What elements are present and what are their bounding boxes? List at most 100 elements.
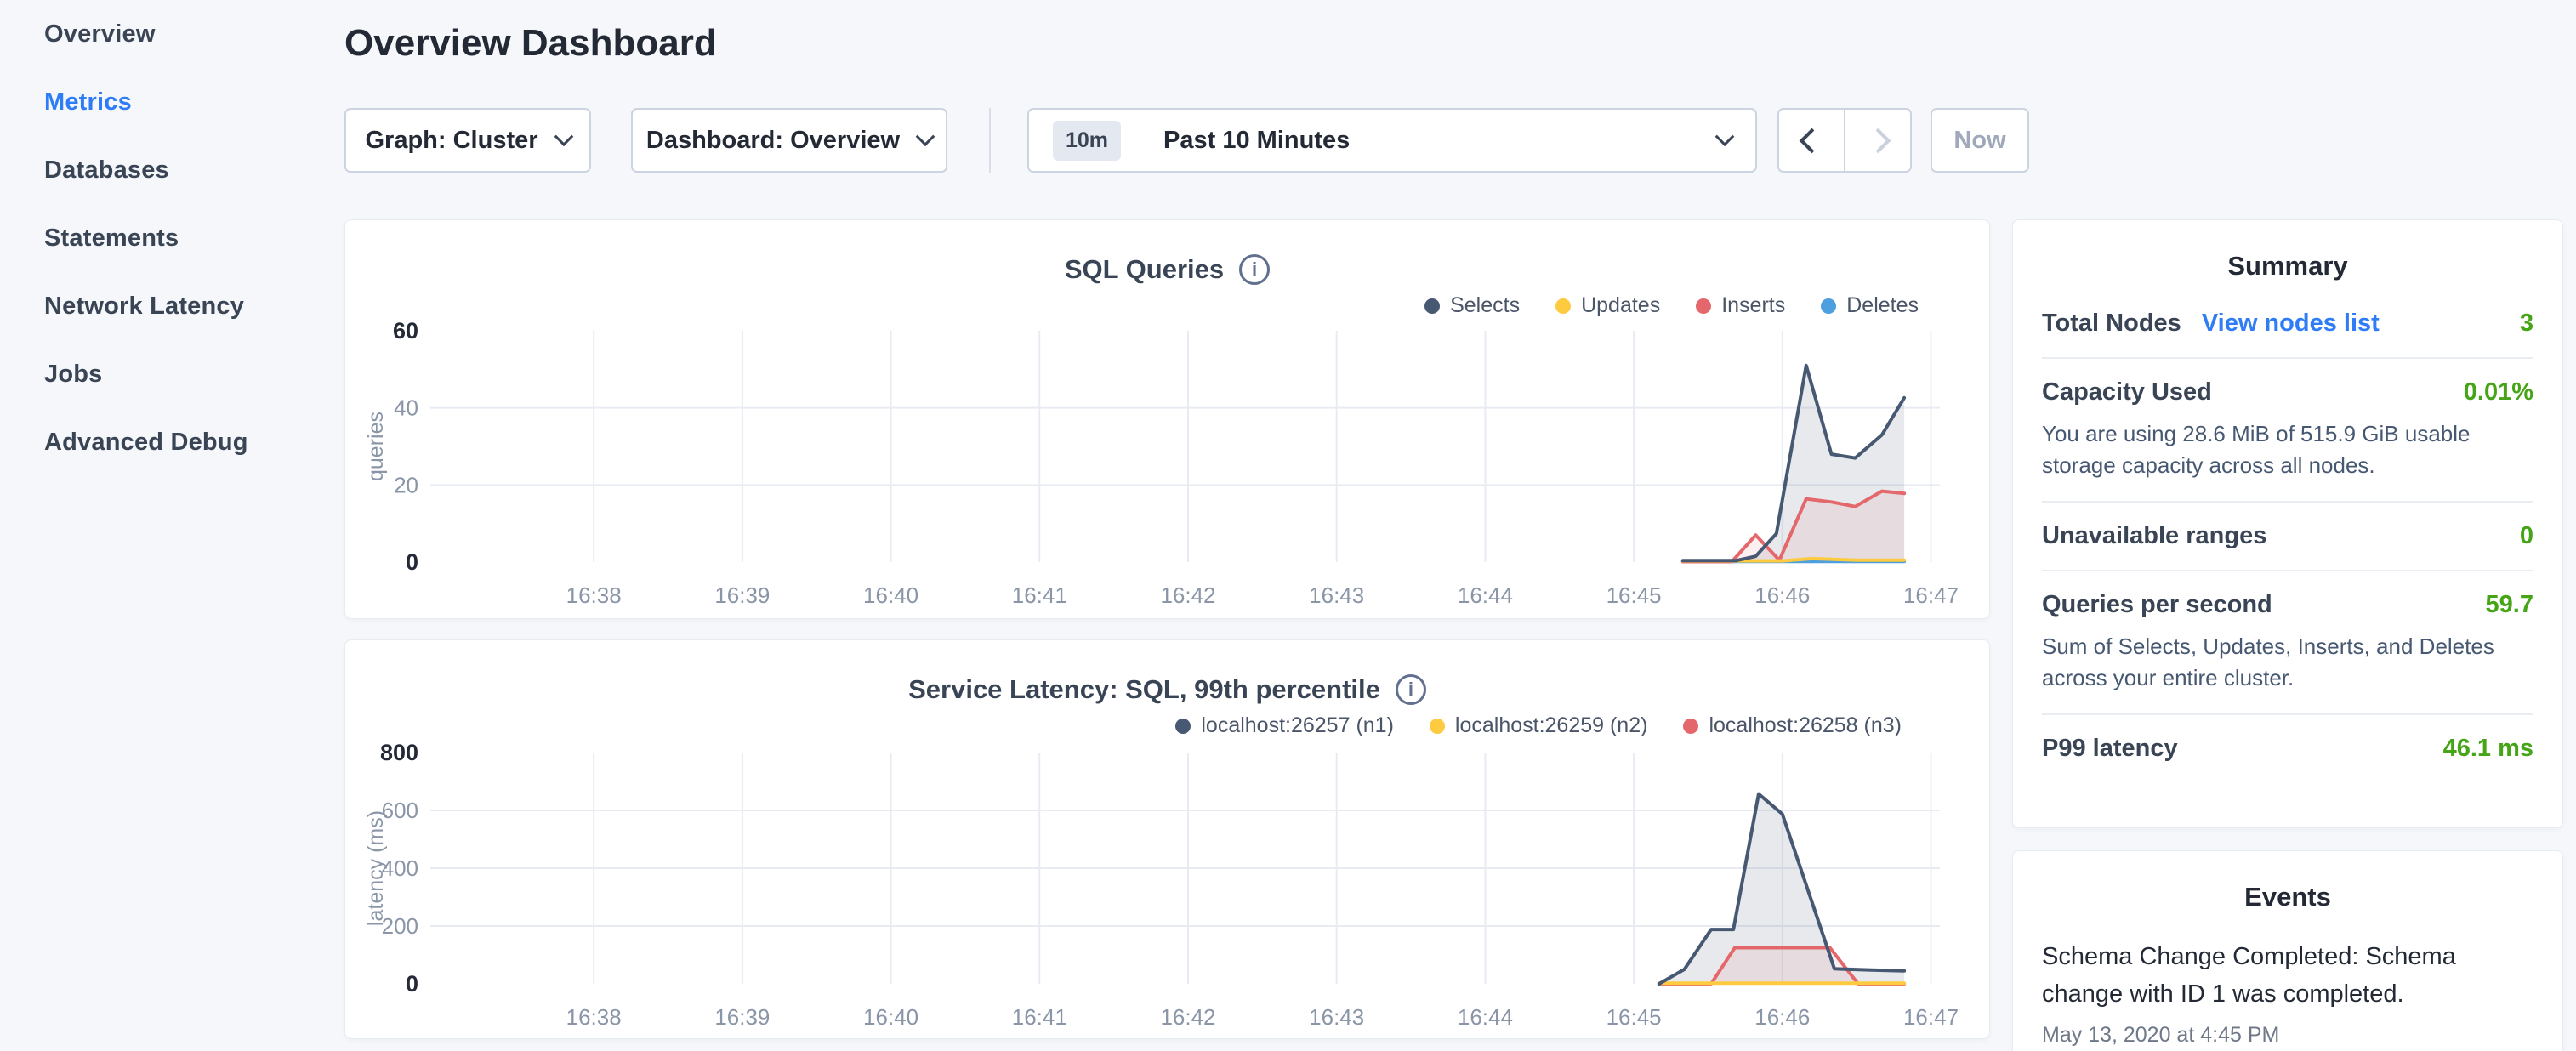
svg-text:16:44: 16:44 <box>1458 582 1513 608</box>
legend-label: Inserts <box>1721 293 1785 318</box>
svg-text:16:42: 16:42 <box>1160 1004 1215 1030</box>
chevron-left-icon <box>1799 128 1824 153</box>
legend-item-localhost-26259-n2[interactable]: localhost:26259 (n2) <box>1430 713 1648 738</box>
legend-item-localhost-26257-n1[interactable]: localhost:26257 (n1) <box>1175 713 1394 738</box>
chart-legend: Selects Updates Inserts Deletes <box>1424 293 1919 318</box>
time-range-badge: 10m <box>1053 121 1121 161</box>
chevron-right-icon <box>1865 128 1891 153</box>
chart-legend: localhost:26257 (n1) localhost:26259 (n2)… <box>1175 713 1902 738</box>
svg-text:16:41: 16:41 <box>1012 582 1067 608</box>
svg-text:60: 60 <box>393 318 418 344</box>
svg-text:16:45: 16:45 <box>1606 582 1662 608</box>
info-icon[interactable]: i <box>1396 674 1426 705</box>
summary-row-queries-per-second: Queries per second 59.7 Sum of Selects, Up… <box>2042 570 2533 713</box>
summary-row-label: Queries per second <box>2042 591 2272 619</box>
toolbar-divider <box>989 108 991 173</box>
legend-item-selects[interactable]: Selects <box>1424 293 1520 318</box>
summary-row-value: 46.1 ms <box>2443 735 2533 763</box>
dashboard-dropdown-label: Dashboard: Overview <box>646 127 900 155</box>
y-axis-label: latency (ms) <box>364 810 388 926</box>
events-list: Schema Change Completed: Schema change w… <box>2042 938 2533 1048</box>
sidebar-item-network-latency[interactable]: Network Latency <box>0 272 340 340</box>
svg-text:16:40: 16:40 <box>863 1004 918 1030</box>
info-icon[interactable]: i <box>1239 254 1270 285</box>
gridlines <box>430 331 1940 562</box>
sidebar-item-jobs[interactable]: Jobs <box>0 340 340 408</box>
chart-title-row: SQL Queries i <box>345 254 1989 285</box>
svg-text:0: 0 <box>406 549 418 575</box>
summary-row-label: Total Nodes <box>2042 310 2181 338</box>
legend-item-deletes[interactable]: Deletes <box>1821 293 1919 318</box>
summary-row-p99-latency: P99 latency46.1 ms <box>2042 713 2533 782</box>
summary-row-value: 3 <box>2520 310 2533 338</box>
svg-text:16:45: 16:45 <box>1606 1004 1662 1030</box>
svg-text:800: 800 <box>380 740 418 765</box>
legend-dot-icon <box>1430 719 1445 734</box>
chart-title: SQL Queries <box>1065 254 1224 285</box>
chart-title-row: Service Latency: SQL, 99th percentile i <box>345 674 1989 705</box>
legend-dot-icon <box>1696 298 1711 314</box>
summary-row-label: Capacity Used <box>2042 378 2212 406</box>
chart-title: Service Latency: SQL, 99th percentile <box>908 674 1380 705</box>
time-range-dropdown[interactable]: 10m Past 10 Minutes <box>1027 108 1757 173</box>
svg-text:16:38: 16:38 <box>566 1004 622 1030</box>
svg-text:16:46: 16:46 <box>1754 1004 1810 1030</box>
summary-row-value: 0.01% <box>2464 378 2533 406</box>
svg-text:16:42: 16:42 <box>1160 582 1215 608</box>
legend-dot-icon <box>1683 719 1698 734</box>
now-button[interactable]: Now <box>1931 108 2029 173</box>
next-timespan-button[interactable] <box>1844 110 1910 171</box>
legend-dot-icon <box>1821 298 1836 314</box>
sidebar-item-metrics[interactable]: Metrics <box>0 68 340 136</box>
summary-row-unavailable-ranges: Unavailable ranges0 <box>2042 501 2533 570</box>
graph-dropdown[interactable]: Graph: Cluster <box>344 108 591 173</box>
time-pager <box>1777 108 1912 173</box>
legend-dot-icon <box>1555 298 1571 314</box>
svg-text:0: 0 <box>406 971 418 997</box>
svg-text:16:40: 16:40 <box>863 582 918 608</box>
summary-row-value: 0 <box>2520 522 2533 550</box>
sidebar-nav: OverviewMetricsDatabasesStatementsNetwor… <box>0 0 340 1051</box>
legend-label: Selects <box>1450 293 1520 318</box>
overview-dashboard-screen: OverviewMetricsDatabasesStatementsNetwor… <box>0 0 2576 1051</box>
summary-title: Summary <box>2042 251 2533 281</box>
legend-item-inserts[interactable]: Inserts <box>1696 293 1785 318</box>
legend-label: Deletes <box>1846 293 1919 318</box>
legend-item-localhost-26258-n3[interactable]: localhost:26258 (n3) <box>1683 713 1902 738</box>
legend-label: localhost:26259 (n2) <box>1455 713 1648 738</box>
legend-label: Updates <box>1581 293 1660 318</box>
summary-row-value: 59.7 <box>2486 591 2533 619</box>
previous-timespan-button[interactable] <box>1779 110 1844 171</box>
service-latency-card: 16:3816:3916:4016:4116:4216:4316:4416:45… <box>344 639 1990 1039</box>
svg-text:16:39: 16:39 <box>714 1004 770 1030</box>
axis-ticks: 16:3816:3916:4016:4116:4216:4316:4416:45… <box>393 318 1959 608</box>
summary-row-description: You are using 28.6 MiB of 515.9 GiB usab… <box>2042 418 2533 481</box>
view-nodes-list-link[interactable]: View nodes list <box>2202 310 2380 338</box>
svg-text:16:41: 16:41 <box>1012 1004 1067 1030</box>
chevron-down-icon <box>916 127 935 146</box>
legend-dot-icon <box>1175 719 1191 734</box>
legend-item-updates[interactable]: Updates <box>1555 293 1660 318</box>
sidebar-item-overview[interactable]: Overview <box>0 0 340 68</box>
dashboard-dropdown[interactable]: Dashboard: Overview <box>631 108 947 173</box>
event-text[interactable]: Schema Change Completed: Schema change w… <box>2042 938 2533 1013</box>
sidebar-item-databases[interactable]: Databases <box>0 136 340 204</box>
series <box>1683 366 1904 562</box>
svg-text:40: 40 <box>394 395 418 421</box>
page-title: Overview Dashboard <box>344 22 717 65</box>
svg-text:16:38: 16:38 <box>566 582 622 608</box>
events-title: Events <box>2042 882 2533 912</box>
svg-text:16:47: 16:47 <box>1903 1004 1959 1030</box>
graph-dropdown-label: Graph: Cluster <box>365 127 537 155</box>
svg-text:16:43: 16:43 <box>1309 582 1364 608</box>
event-timestamp: May 13, 2020 at 4:45 PM <box>2042 1023 2533 1048</box>
events-panel: Events Schema Change Completed: Schema c… <box>2012 850 2563 1051</box>
summary-rows: Total Nodes View nodes list 3 Capacity Used… <box>2042 290 2533 782</box>
sidebar-item-advanced-debug[interactable]: Advanced Debug <box>0 408 340 476</box>
time-range-label: Past 10 Minutes <box>1163 127 1699 155</box>
legend-dot-icon <box>1424 298 1440 314</box>
sidebar-item-statements[interactable]: Statements <box>0 204 340 272</box>
svg-text:16:46: 16:46 <box>1754 582 1810 608</box>
summary-row-description: Sum of Selects, Updates, Inserts, and De… <box>2042 631 2533 694</box>
summary-panel: Summary Total Nodes View nodes list 3 Capac… <box>2012 219 2563 828</box>
